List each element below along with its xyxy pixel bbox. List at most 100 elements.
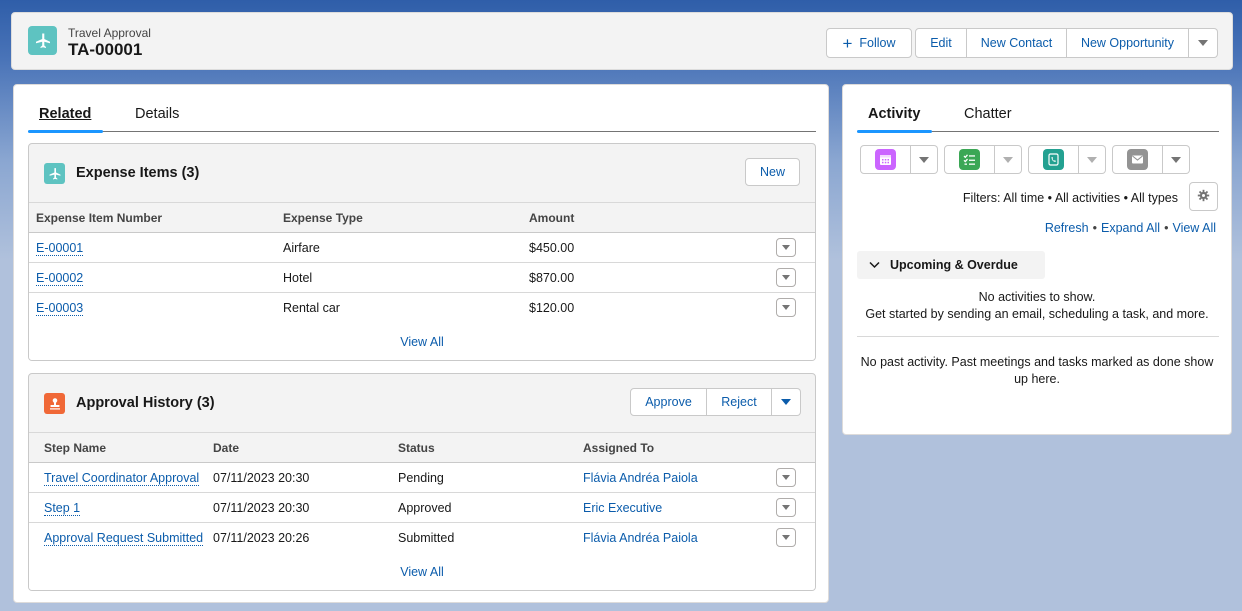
- expense-amount: $870.00: [522, 262, 769, 293]
- approval-history-card: Approval History (3) Approve Reject Step…: [28, 373, 816, 591]
- step-date: 07/11/2023 20:30: [206, 462, 391, 493]
- chevron-down-icon: [782, 245, 790, 250]
- chevron-down-icon: [781, 399, 791, 405]
- calendar-icon: [875, 149, 896, 170]
- table-row: Travel Coordinator Approval 07/11/2023 2…: [29, 462, 815, 493]
- expand-all-link[interactable]: Expand All: [1101, 221, 1160, 235]
- card-title: Expense Items (3): [76, 165, 200, 181]
- approve-button[interactable]: Approve: [630, 388, 707, 416]
- expense-type: Airfare: [276, 232, 522, 263]
- tab-details[interactable]: Details: [135, 106, 179, 122]
- column-header-actions: [769, 202, 815, 233]
- expense-items-card: Expense Items (3) New Expense Item Numbe…: [28, 143, 816, 361]
- card-header: Approval History (3) Approve Reject: [29, 374, 815, 432]
- refresh-link[interactable]: Refresh: [1045, 221, 1089, 235]
- active-tab-indicator: [857, 130, 932, 133]
- record-header: Travel Approval TA-00001 + Follow Edit N…: [11, 12, 1233, 70]
- record-actions: Edit New Contact New Opportunity: [915, 28, 1218, 58]
- row-actions-button[interactable]: [776, 468, 796, 487]
- email-icon: [1127, 149, 1148, 170]
- step-name-link[interactable]: Travel Coordinator Approval: [44, 470, 200, 486]
- plus-icon: +: [842, 33, 853, 53]
- activity-panel: Activity Chatter Filters: All time • All…: [842, 84, 1232, 435]
- tab-chatter[interactable]: Chatter: [964, 106, 1012, 122]
- column-header[interactable]: Assigned To: [576, 432, 769, 463]
- send-email-button[interactable]: [1112, 145, 1163, 174]
- assigned-to-link[interactable]: Flávia Andréa Paiola: [583, 471, 698, 485]
- step-date: 07/11/2023 20:30: [206, 492, 391, 523]
- column-header[interactable]: Step Name: [29, 432, 206, 463]
- column-header[interactable]: Status: [391, 432, 576, 463]
- expense-type: Hotel: [276, 262, 522, 293]
- column-header[interactable]: Amount: [522, 202, 769, 233]
- record-tabs: Related Details: [28, 85, 816, 133]
- table-row: E-00003 Rental car $120.00: [29, 292, 815, 323]
- send-email-dropdown[interactable]: [1163, 145, 1190, 174]
- expense-amount: $450.00: [522, 232, 769, 263]
- column-header[interactable]: Expense Type: [276, 202, 522, 233]
- step-name-link[interactable]: Approval Request Submitted: [44, 530, 204, 546]
- column-header[interactable]: Expense Item Number: [29, 202, 276, 233]
- table-row: Approval Request Submitted 07/11/2023 20…: [29, 522, 815, 553]
- new-event-action: [860, 145, 938, 174]
- stamp-icon: [44, 393, 65, 414]
- chevron-down-icon: [782, 535, 790, 540]
- chevron-down-icon: [782, 305, 790, 310]
- view-all-link[interactable]: View All: [29, 322, 815, 360]
- log-call-button[interactable]: [1028, 145, 1079, 174]
- upcoming-overdue-section-toggle[interactable]: Upcoming & Overdue: [857, 251, 1045, 279]
- row-actions-button[interactable]: [776, 238, 796, 257]
- expense-item-link[interactable]: E-00002: [36, 270, 84, 286]
- get-started-text: Get started by sending an email, schedul…: [865, 307, 1209, 321]
- divider: [857, 336, 1219, 337]
- expense-type: Rental car: [276, 292, 522, 323]
- step-status: Approved: [391, 492, 576, 523]
- chevron-down-icon: [782, 275, 790, 280]
- expense-item-link[interactable]: E-00003: [36, 300, 84, 316]
- new-event-dropdown[interactable]: [911, 145, 938, 174]
- tab-related[interactable]: Related: [39, 106, 91, 122]
- view-all-link[interactable]: View All: [1172, 221, 1216, 235]
- gear-icon: [1197, 189, 1210, 205]
- more-approval-actions-button[interactable]: [772, 388, 801, 416]
- row-actions-button[interactable]: [776, 298, 796, 317]
- filter-settings-button[interactable]: [1189, 182, 1218, 211]
- more-actions-button[interactable]: [1189, 28, 1218, 58]
- step-status: Pending: [391, 462, 576, 493]
- step-date: 07/11/2023 20:26: [206, 522, 391, 553]
- row-actions-button[interactable]: [776, 528, 796, 547]
- new-opportunity-button[interactable]: New Opportunity: [1067, 28, 1189, 58]
- row-actions-button[interactable]: [776, 268, 796, 287]
- new-expense-button[interactable]: New: [745, 158, 800, 186]
- new-task-action: [944, 145, 1022, 174]
- call-icon: [1043, 149, 1064, 170]
- edit-button[interactable]: Edit: [915, 28, 967, 58]
- view-all-link[interactable]: View All: [29, 552, 815, 590]
- chevron-down-icon: [1198, 40, 1208, 46]
- new-task-dropdown[interactable]: [995, 145, 1022, 174]
- log-call-dropdown[interactable]: [1079, 145, 1106, 174]
- record-name: TA-00001: [68, 40, 143, 59]
- row-actions-button[interactable]: [776, 498, 796, 517]
- tab-activity[interactable]: Activity: [868, 106, 920, 122]
- assigned-to-link[interactable]: Flávia Andréa Paiola: [583, 531, 698, 545]
- new-event-button[interactable]: [860, 145, 911, 174]
- follow-button[interactable]: + Follow: [826, 28, 912, 58]
- step-name-link[interactable]: Step 1: [44, 500, 81, 516]
- airplane-icon: [44, 163, 65, 184]
- airplane-icon: [28, 26, 57, 55]
- new-contact-button[interactable]: New Contact: [967, 28, 1067, 58]
- follow-label: Follow: [859, 36, 896, 50]
- chevron-down-icon: [1171, 156, 1181, 163]
- chevron-down-icon: [782, 505, 790, 510]
- chevron-down-icon: [919, 156, 929, 163]
- expense-item-link[interactable]: E-00001: [36, 240, 84, 256]
- activity-links: Refresh • Expand All • View All: [1044, 221, 1216, 235]
- new-task-button[interactable]: [944, 145, 995, 174]
- table-row: E-00001 Airfare $450.00: [29, 232, 815, 263]
- task-icon: [959, 149, 980, 170]
- assigned-to-link[interactable]: Eric Executive: [583, 501, 662, 515]
- column-header[interactable]: Date: [206, 432, 391, 463]
- reject-button[interactable]: Reject: [707, 388, 772, 416]
- upcoming-overdue-label: Upcoming & Overdue: [890, 258, 1018, 272]
